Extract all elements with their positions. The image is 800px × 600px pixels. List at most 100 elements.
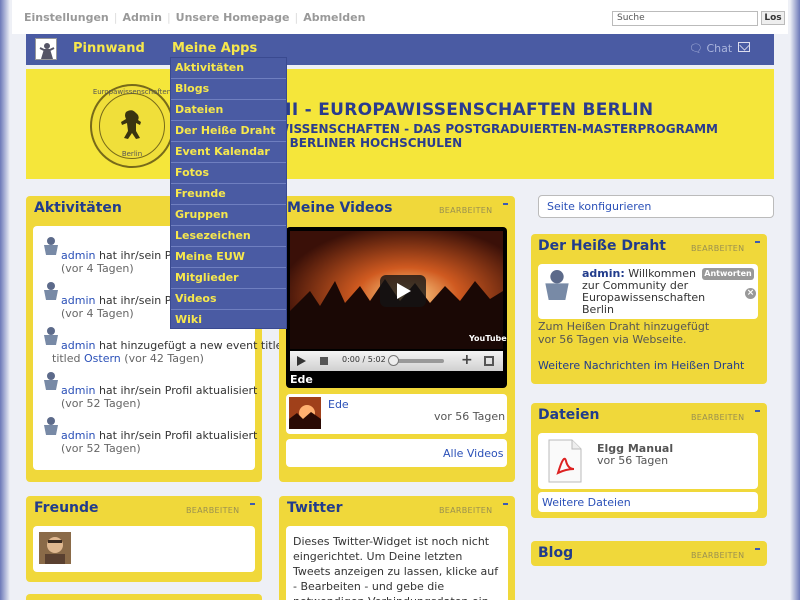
admin-link[interactable]: Admin — [122, 11, 161, 24]
video-controls: 0:00 / 5:02 + — [290, 351, 503, 371]
avatar-icon[interactable] — [542, 268, 572, 302]
more-files-link[interactable]: Weitere Dateien — [542, 496, 631, 509]
chat-button[interactable]: 🗨 Chat — [689, 42, 732, 55]
topbar-links: Einstellungen | Admin | Unsere Homepage | Abme… — [24, 11, 365, 24]
activity-text-cont: titled — [52, 352, 84, 365]
video-player[interactable]: YouTube 0:00 / 5:02 + Ede — [286, 227, 507, 388]
avatar-icon[interactable] — [42, 281, 60, 301]
search-button[interactable]: Los — [761, 11, 785, 25]
menu-item-dateien[interactable]: Dateien — [171, 100, 286, 121]
play-overlay-button[interactable] — [380, 275, 426, 307]
edit-link[interactable]: BEARBEITEN — [691, 413, 744, 422]
reply-button[interactable]: Antworten — [702, 268, 754, 280]
next-widget-edge — [26, 594, 262, 600]
menu-item-freunde[interactable]: Freunde — [171, 184, 286, 205]
event-link[interactable]: Ostern — [84, 352, 121, 365]
play-button[interactable] — [297, 356, 306, 366]
homepage-link[interactable]: Unsere Homepage — [176, 11, 290, 24]
menu-item-event-kalendar[interactable]: Event Kalendar — [171, 142, 286, 163]
edit-link[interactable]: BEARBEITEN — [691, 551, 744, 560]
collapse-icon[interactable] — [755, 548, 760, 550]
all-videos-link[interactable]: Alle Videos — [443, 447, 503, 460]
play-icon — [397, 283, 411, 299]
files-more-row: Weitere Dateien — [538, 492, 758, 512]
video-title-link[interactable]: Ede — [328, 398, 349, 411]
banner-subtitle-line: DER DREI BERLINER HOCHSCHULEN — [222, 136, 463, 150]
edit-link[interactable]: BEARBEITEN — [439, 206, 492, 215]
menu-item-fotos[interactable]: Fotos — [171, 163, 286, 184]
menu-item-blogs[interactable]: Blogs — [171, 79, 286, 100]
logout-link[interactable]: Abmelden — [303, 11, 365, 24]
site-banner: Europawissenschaften Berlin ALUMNI - EUR… — [26, 69, 774, 179]
activity-time: (vor 52 Tagen) — [61, 442, 141, 455]
collapse-icon[interactable] — [755, 410, 760, 412]
hotwire-added-info: Zum Heißen Draht hinzugefügt vor 56 Tage… — [538, 320, 710, 346]
avatar-icon[interactable] — [42, 326, 60, 346]
video-age: vor 56 Tagen — [434, 410, 506, 423]
friends-title: Freunde — [34, 500, 99, 516]
seek-handle[interactable] — [388, 355, 399, 366]
twitter-title: Twitter — [287, 500, 343, 516]
list-item: admin hat hinzugefügt a new event titled… — [42, 326, 289, 370]
settings-link[interactable]: Einstellungen — [24, 11, 109, 24]
hotwire-more-link[interactable]: Weitere Nachrichten im Heißen Draht — [538, 359, 744, 372]
pdf-file-icon[interactable] — [548, 439, 582, 483]
list-item: admin hat ihr/sein Profil aktualisiert (… — [42, 371, 272, 415]
nav-meine-apps[interactable]: Meine Apps — [172, 41, 257, 56]
twitter-message: Dieses Twitter-Widget ist noch nicht ein… — [286, 526, 508, 600]
user-link[interactable]: admin — [61, 249, 95, 262]
avatar-icon[interactable] — [42, 371, 60, 391]
menu-item-aktivitaeten[interactable]: Aktivitäten — [171, 58, 286, 79]
menu-item-mitglieder[interactable]: Mitglieder — [171, 268, 286, 289]
hotwire-message-box: admin: Willkommen zur Community der Euro… — [538, 264, 758, 319]
seal-text-bottom: Berlin — [121, 150, 143, 158]
collapse-icon[interactable] — [503, 503, 508, 505]
topbar-separator: | — [166, 11, 171, 24]
bear-logo-icon — [39, 43, 55, 59]
activity-time: (vor 4 Tagen) — [61, 262, 134, 275]
search-input[interactable]: Suche — [612, 11, 758, 26]
user-link[interactable]: admin — [61, 339, 95, 352]
topbar-separator: | — [113, 11, 118, 24]
add-icon[interactable]: + — [461, 352, 473, 368]
menu-item-heisse-draht[interactable]: Der Heiße Draht — [171, 121, 286, 142]
chat-label: Chat — [706, 42, 733, 55]
hotwire-title: Der Heiße Draht — [538, 238, 666, 254]
avatar-icon[interactable] — [42, 236, 60, 256]
main-navbar: Pinnwand Meine Apps 🗨 Chat — [26, 34, 774, 65]
seal-logo: Europawissenschaften Berlin — [90, 84, 174, 168]
edit-link[interactable]: BEARBEITEN — [691, 244, 744, 253]
collapse-icon[interactable] — [503, 203, 508, 205]
menu-item-videos[interactable]: Videos — [171, 289, 286, 310]
friends-widget: Freunde BEARBEITEN — [26, 496, 262, 582]
volume-icon[interactable] — [320, 357, 328, 365]
collapse-icon[interactable] — [250, 503, 255, 505]
collapse-icon[interactable] — [755, 241, 760, 243]
user-link[interactable]: admin — [61, 384, 95, 397]
video-caption: Ede — [290, 373, 313, 386]
edit-link[interactable]: BEARBEITEN — [439, 506, 492, 515]
files-widget: Dateien BEARBEITEN Elgg Manual vor 56 Ta… — [531, 403, 767, 518]
activity-text: admin hat hinzugefügt a new event titled — [61, 339, 290, 352]
mail-icon[interactable] — [738, 42, 750, 52]
menu-item-meine-euw[interactable]: Meine EUW — [171, 247, 286, 268]
menu-item-gruppen[interactable]: Gruppen — [171, 205, 286, 226]
user-link[interactable]: admin — [61, 294, 95, 307]
menu-item-wiki[interactable]: Wiki — [171, 310, 286, 331]
video-thumb-small[interactable] — [289, 397, 321, 429]
berlin-bear-icon — [121, 110, 141, 139]
activity-text: admin hat ihr/sein Profil aktualisiert — [61, 384, 258, 397]
nav-pinnwand[interactable]: Pinnwand — [73, 41, 145, 56]
fullscreen-icon[interactable] — [484, 356, 494, 366]
avatar-icon[interactable] — [42, 416, 60, 436]
seal-text-top: Europawissenschaften — [92, 88, 172, 96]
menu-item-lesezeichen[interactable]: Lesezeichen — [171, 226, 286, 247]
file-age: vor 56 Tagen — [597, 454, 669, 467]
configure-page-button[interactable]: Seite konfigurieren — [538, 195, 774, 218]
user-link[interactable]: admin — [61, 429, 95, 442]
edit-link[interactable]: BEARBEITEN — [186, 506, 239, 515]
friend-avatar[interactable] — [39, 532, 71, 564]
banner-subtitle-line: EUROPAWISSENSCHAFTEN - DAS POSTGRADUIERT… — [222, 122, 718, 136]
close-icon[interactable]: × — [745, 288, 756, 299]
site-logo[interactable] — [35, 38, 57, 60]
